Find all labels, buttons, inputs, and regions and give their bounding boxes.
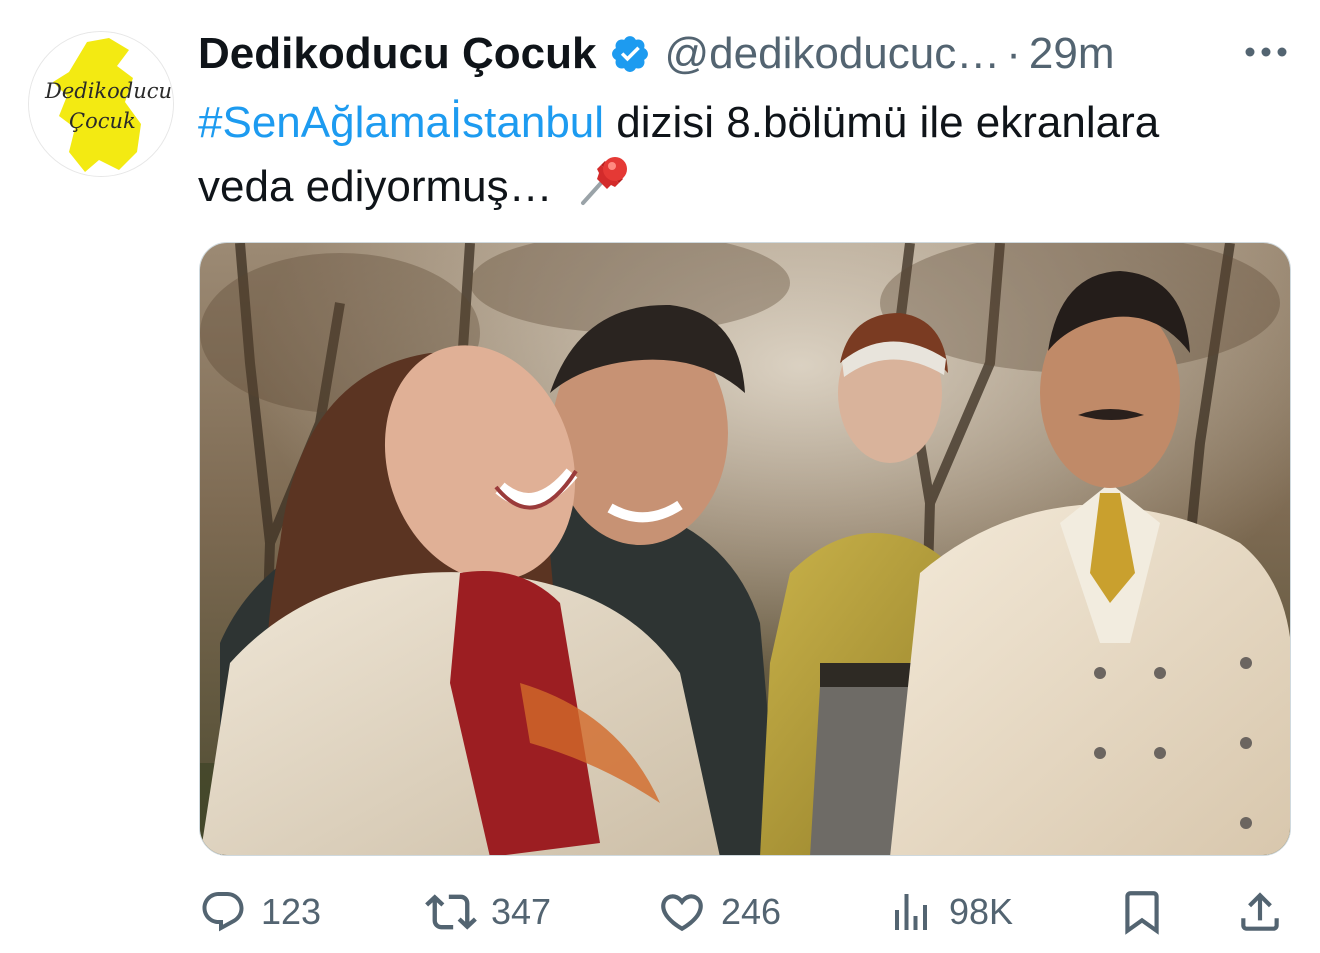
avatar[interactable]: Dedikoducu Çocuk — [28, 31, 174, 177]
views-bar-chart-icon — [895, 894, 927, 930]
reply-button[interactable]: 123 — [199, 880, 321, 944]
separator-dot: · — [1006, 29, 1021, 78]
tweet-text: #SenAğlamaİstanbul dizisi 8.bölümü ile e… — [198, 92, 1298, 217]
avatar-logo-icon: Dedikoducu Çocuk — [29, 32, 173, 176]
tweet-time[interactable]: 29m — [1029, 26, 1115, 82]
share-button[interactable] — [1235, 880, 1285, 944]
more-dots-icon — [1245, 47, 1287, 57]
views-button[interactable]: 98K — [887, 880, 1013, 944]
like-count: 246 — [721, 891, 782, 932]
tweet-media-image[interactable] — [199, 242, 1291, 856]
tweet: Dedikoducu Çocuk Dedikoducu Çocuk @dedik… — [0, 0, 1320, 953]
hashtag-link[interactable]: #SenAğlamaİstanbul — [198, 98, 604, 147]
heart-icon — [661, 894, 703, 932]
avatar-text-line1: Dedikoducu — [44, 79, 172, 103]
avatar-text-line2: Çocuk — [69, 109, 136, 133]
bookmark-button[interactable] — [1117, 880, 1167, 944]
like-button[interactable]: 246 — [657, 880, 781, 944]
author-handle[interactable]: @dedikoducuc… — [665, 26, 1001, 82]
retweet-icon — [425, 894, 477, 930]
tweet-actions-bar: 123 347 246 98K — [199, 880, 1291, 944]
tv-series-photo — [200, 243, 1290, 855]
more-options-button[interactable] — [1238, 32, 1294, 72]
retweet-button[interactable]: 347 — [425, 880, 551, 944]
bookmark-icon — [1125, 891, 1159, 935]
reply-icon — [202, 892, 244, 932]
verified-badge-icon — [609, 33, 651, 75]
share-upload-icon — [1241, 892, 1279, 931]
display-name[interactable]: Dedikoducu Çocuk — [198, 26, 597, 82]
retweet-count: 347 — [491, 891, 552, 932]
tweet-header: Dedikoducu Çocuk @dedikoducuc… · 29m — [198, 26, 1308, 82]
tweet-text-line1: dizisi 8.bölümü ile ekranlara — [604, 98, 1160, 147]
tweet-text-line2: veda ediyormuş… — [198, 162, 565, 211]
reply-count: 123 — [261, 891, 322, 932]
pushpin-icon — [577, 153, 631, 207]
views-count: 98K — [949, 891, 1014, 932]
